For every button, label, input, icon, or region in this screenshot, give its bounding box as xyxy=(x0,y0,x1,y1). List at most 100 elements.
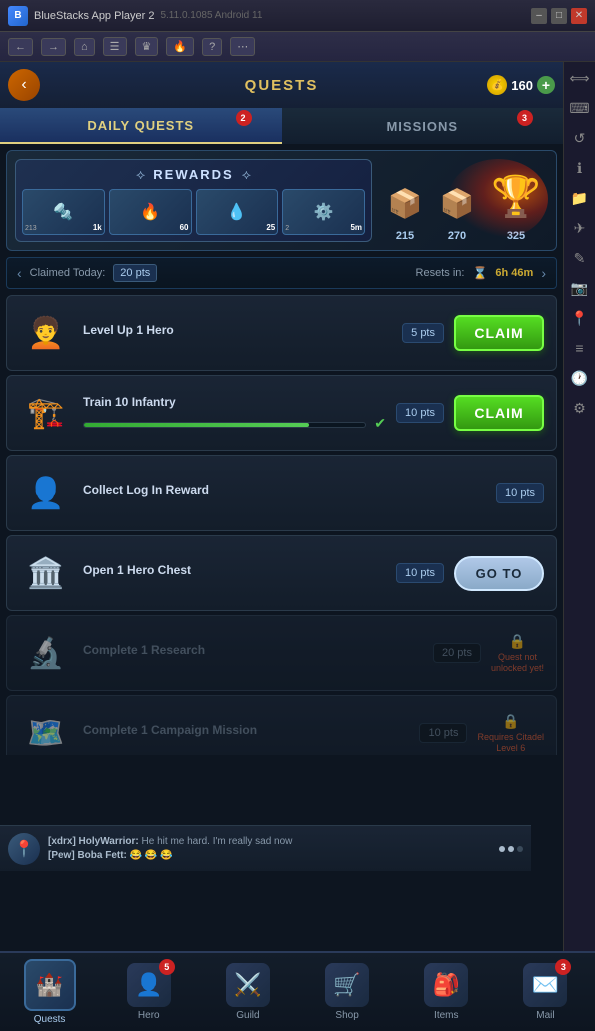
nav-item-shop[interactable]: 🛒 Shop xyxy=(298,963,397,1021)
refresh-toolbar-btn[interactable]: ♛ xyxy=(135,37,159,56)
sidebar-keyboard-icon[interactable]: ⌨ xyxy=(568,96,592,120)
daily-quests-badge: 2 xyxy=(236,110,252,126)
back-button[interactable]: ‹ xyxy=(8,69,40,101)
tabs: DAILY QUESTS 2 MISSIONS 3 xyxy=(0,108,563,144)
quest-icon-q1: 🧑‍🦱 xyxy=(21,308,71,358)
lock-icon-q5: 🔒 xyxy=(509,633,526,650)
sidebar-refresh-icon[interactable]: ↺ xyxy=(568,126,592,150)
lock-icon-q6: 🔒 xyxy=(502,713,519,730)
milestone-215[interactable]: 📦 215 xyxy=(380,178,430,242)
quest-item-q6: 🗺️ Complete 1 Campaign Mission 10 pts 🔒 … xyxy=(6,695,557,755)
back-toolbar-btn[interactable]: ← xyxy=(8,38,33,56)
coin-count: 160 xyxy=(511,78,533,93)
claim-button-q2[interactable]: CLAIM xyxy=(454,395,544,431)
coin-area: 💰 160 + xyxy=(487,75,555,95)
coin-add-button[interactable]: + xyxy=(537,76,555,94)
reward-item-0: 🔩 1k 213 xyxy=(22,189,105,235)
app-version: 5.11.0.1085 Android 11 xyxy=(160,10,262,21)
reward-item-1: 🔥 60 xyxy=(109,189,192,235)
quest-item-q2: 🏗️ Train 10 Infantry ✔ 10 pts CLAIM xyxy=(6,375,557,451)
quest-icon-container-q3: 👤 xyxy=(19,466,73,520)
nav-item-quests[interactable]: 🏰 Quests xyxy=(0,959,99,1025)
quest-name-q5: Complete 1 Research xyxy=(83,643,423,657)
nav-item-items[interactable]: 🎒 Items xyxy=(397,963,496,1021)
minimize-button[interactable]: – xyxy=(531,8,547,24)
sidebar-clock-icon[interactable]: 🕐 xyxy=(568,366,592,390)
quest-progress-bar-q2 xyxy=(83,422,366,428)
close-button[interactable]: ✕ xyxy=(571,8,587,24)
rewards-icon-right: ⟡ xyxy=(242,166,251,183)
goto-button-q4[interactable]: GO TO xyxy=(454,556,544,591)
nav-label-mail: Mail xyxy=(536,1010,554,1021)
quest-info-q6: Complete 1 Campaign Mission xyxy=(83,723,409,743)
home-toolbar-btn[interactable]: ⌂ xyxy=(74,38,95,56)
nav-item-guild[interactable]: ⚔️ Guild xyxy=(198,963,297,1021)
quest-title: QUESTS xyxy=(245,77,319,94)
fire-toolbar-btn[interactable]: 🔥 xyxy=(166,37,194,56)
quest-info-q4: Open 1 Hero Chest xyxy=(83,563,386,583)
maximize-button[interactable]: □ xyxy=(551,8,567,24)
reward-items: 🔩 1k 213 🔥 60 💧 25 ⚙️ 5m 2 xyxy=(22,189,365,235)
quest-pts-q6: 10 pts xyxy=(419,723,467,743)
quest-icon-q4: 🏛️ xyxy=(21,548,71,598)
sidebar-camera-icon[interactable]: 📷 xyxy=(568,276,592,300)
quest-pts-q2: 10 pts xyxy=(396,403,444,423)
quest-item-q5: 🔬 Complete 1 Research 20 pts 🔒 Quest not… xyxy=(6,615,557,691)
sidebar-expand-icon[interactable]: ⟺ xyxy=(568,66,592,90)
nav-icon-guild: ⚔️ xyxy=(226,963,270,1007)
quest-pts-q5: 20 pts xyxy=(433,643,481,663)
menu-toolbar-btn[interactable]: ☰ xyxy=(103,37,127,56)
sidebar-settings-icon[interactable]: ⚙ xyxy=(568,396,592,420)
quest-info-q1: Level Up 1 Hero xyxy=(83,323,392,343)
title-bar-left: B BlueStacks App Player 2 5.11.0.1085 An… xyxy=(8,6,262,26)
chat-dot-1 xyxy=(499,846,505,852)
more-toolbar-btn[interactable]: ⋯ xyxy=(230,37,255,56)
nav-icon-shop: 🛒 xyxy=(325,963,369,1007)
timer-icon: ⌛ xyxy=(472,266,487,280)
chat-avatar: 📍 xyxy=(8,833,40,865)
quest-name-q6: Complete 1 Campaign Mission xyxy=(83,723,409,737)
sidebar-layers-icon[interactable]: ≡ xyxy=(568,336,592,360)
sidebar-plane-icon[interactable]: ✈ xyxy=(568,216,592,240)
title-bar: B BlueStacks App Player 2 5.11.0.1085 An… xyxy=(0,0,595,32)
sidebar-folder-icon[interactable]: 📁 xyxy=(568,186,592,210)
help-toolbar-btn[interactable]: ? xyxy=(202,38,222,56)
milestone-count-215: 215 xyxy=(396,230,414,242)
nav-item-hero[interactable]: 👤 5 Hero xyxy=(99,963,198,1021)
tab-missions[interactable]: MISSIONS 3 xyxy=(282,108,564,144)
timer-value: 6h 46m xyxy=(495,267,533,279)
game-area: ‹ QUESTS 💰 160 + DAILY QUESTS 2 MISSIONS… xyxy=(0,62,563,951)
reward-item-icon-0: 🔩 xyxy=(53,202,73,222)
quest-icon-container-q2: 🏗️ xyxy=(19,386,73,440)
chat-line-1: [Pew] Boba Fett: 😂 😂 😂 xyxy=(48,849,491,863)
reward-item-icon-3: ⚙️ xyxy=(314,202,334,222)
milestone-chest-215: 📦 xyxy=(380,178,430,228)
reward-item-count-1: 60 xyxy=(180,223,189,232)
sidebar-info-icon[interactable]: ℹ xyxy=(568,156,592,180)
milestones: 📦 215 📦 270 🏆 325 xyxy=(380,159,548,242)
next-arrow[interactable]: › xyxy=(541,265,546,281)
quest-icon-container-q6: 🗺️ xyxy=(19,706,73,755)
sidebar-brush-icon[interactable]: ✎ xyxy=(568,246,592,270)
sidebar-location-icon[interactable]: 📍 xyxy=(568,306,592,330)
claim-button-q1[interactable]: CLAIM xyxy=(454,315,544,351)
nav-label-shop: Shop xyxy=(335,1010,358,1021)
chat-bar: 📍 [xdrx] HolyWarrior: He hit me hard. I'… xyxy=(0,825,531,871)
quest-pts-q4: 10 pts xyxy=(396,563,444,583)
progress-bar-section: ‹ Claimed Today: 20 pts Resets in: ⌛ 6h … xyxy=(6,257,557,289)
nav-icon-quests: 🏰 xyxy=(24,959,76,1011)
nav-item-mail[interactable]: ✉️ 3 Mail xyxy=(496,963,595,1021)
quest-info-q2: Train 10 Infantry ✔ xyxy=(83,395,386,432)
nav-icon-items: 🎒 xyxy=(424,963,468,1007)
forward-toolbar-btn[interactable]: → xyxy=(41,38,66,56)
nav-badge-mail: 3 xyxy=(555,959,571,975)
rewards-title-row: ⟡ REWARDS ⟡ xyxy=(22,166,365,183)
tab-daily-quests[interactable]: DAILY QUESTS 2 xyxy=(0,108,282,144)
quest-icon-q2: 🏗️ xyxy=(21,388,71,438)
nav-label-quests: Quests xyxy=(34,1014,66,1025)
quest-icon-container-q5: 🔬 xyxy=(19,626,73,680)
nav-icon-mail: ✉️ 3 xyxy=(523,963,567,1007)
prev-arrow[interactable]: ‹ xyxy=(17,265,22,281)
reward-item-icon-1: 🔥 xyxy=(140,202,160,222)
quest-name-q2: Train 10 Infantry xyxy=(83,395,386,409)
